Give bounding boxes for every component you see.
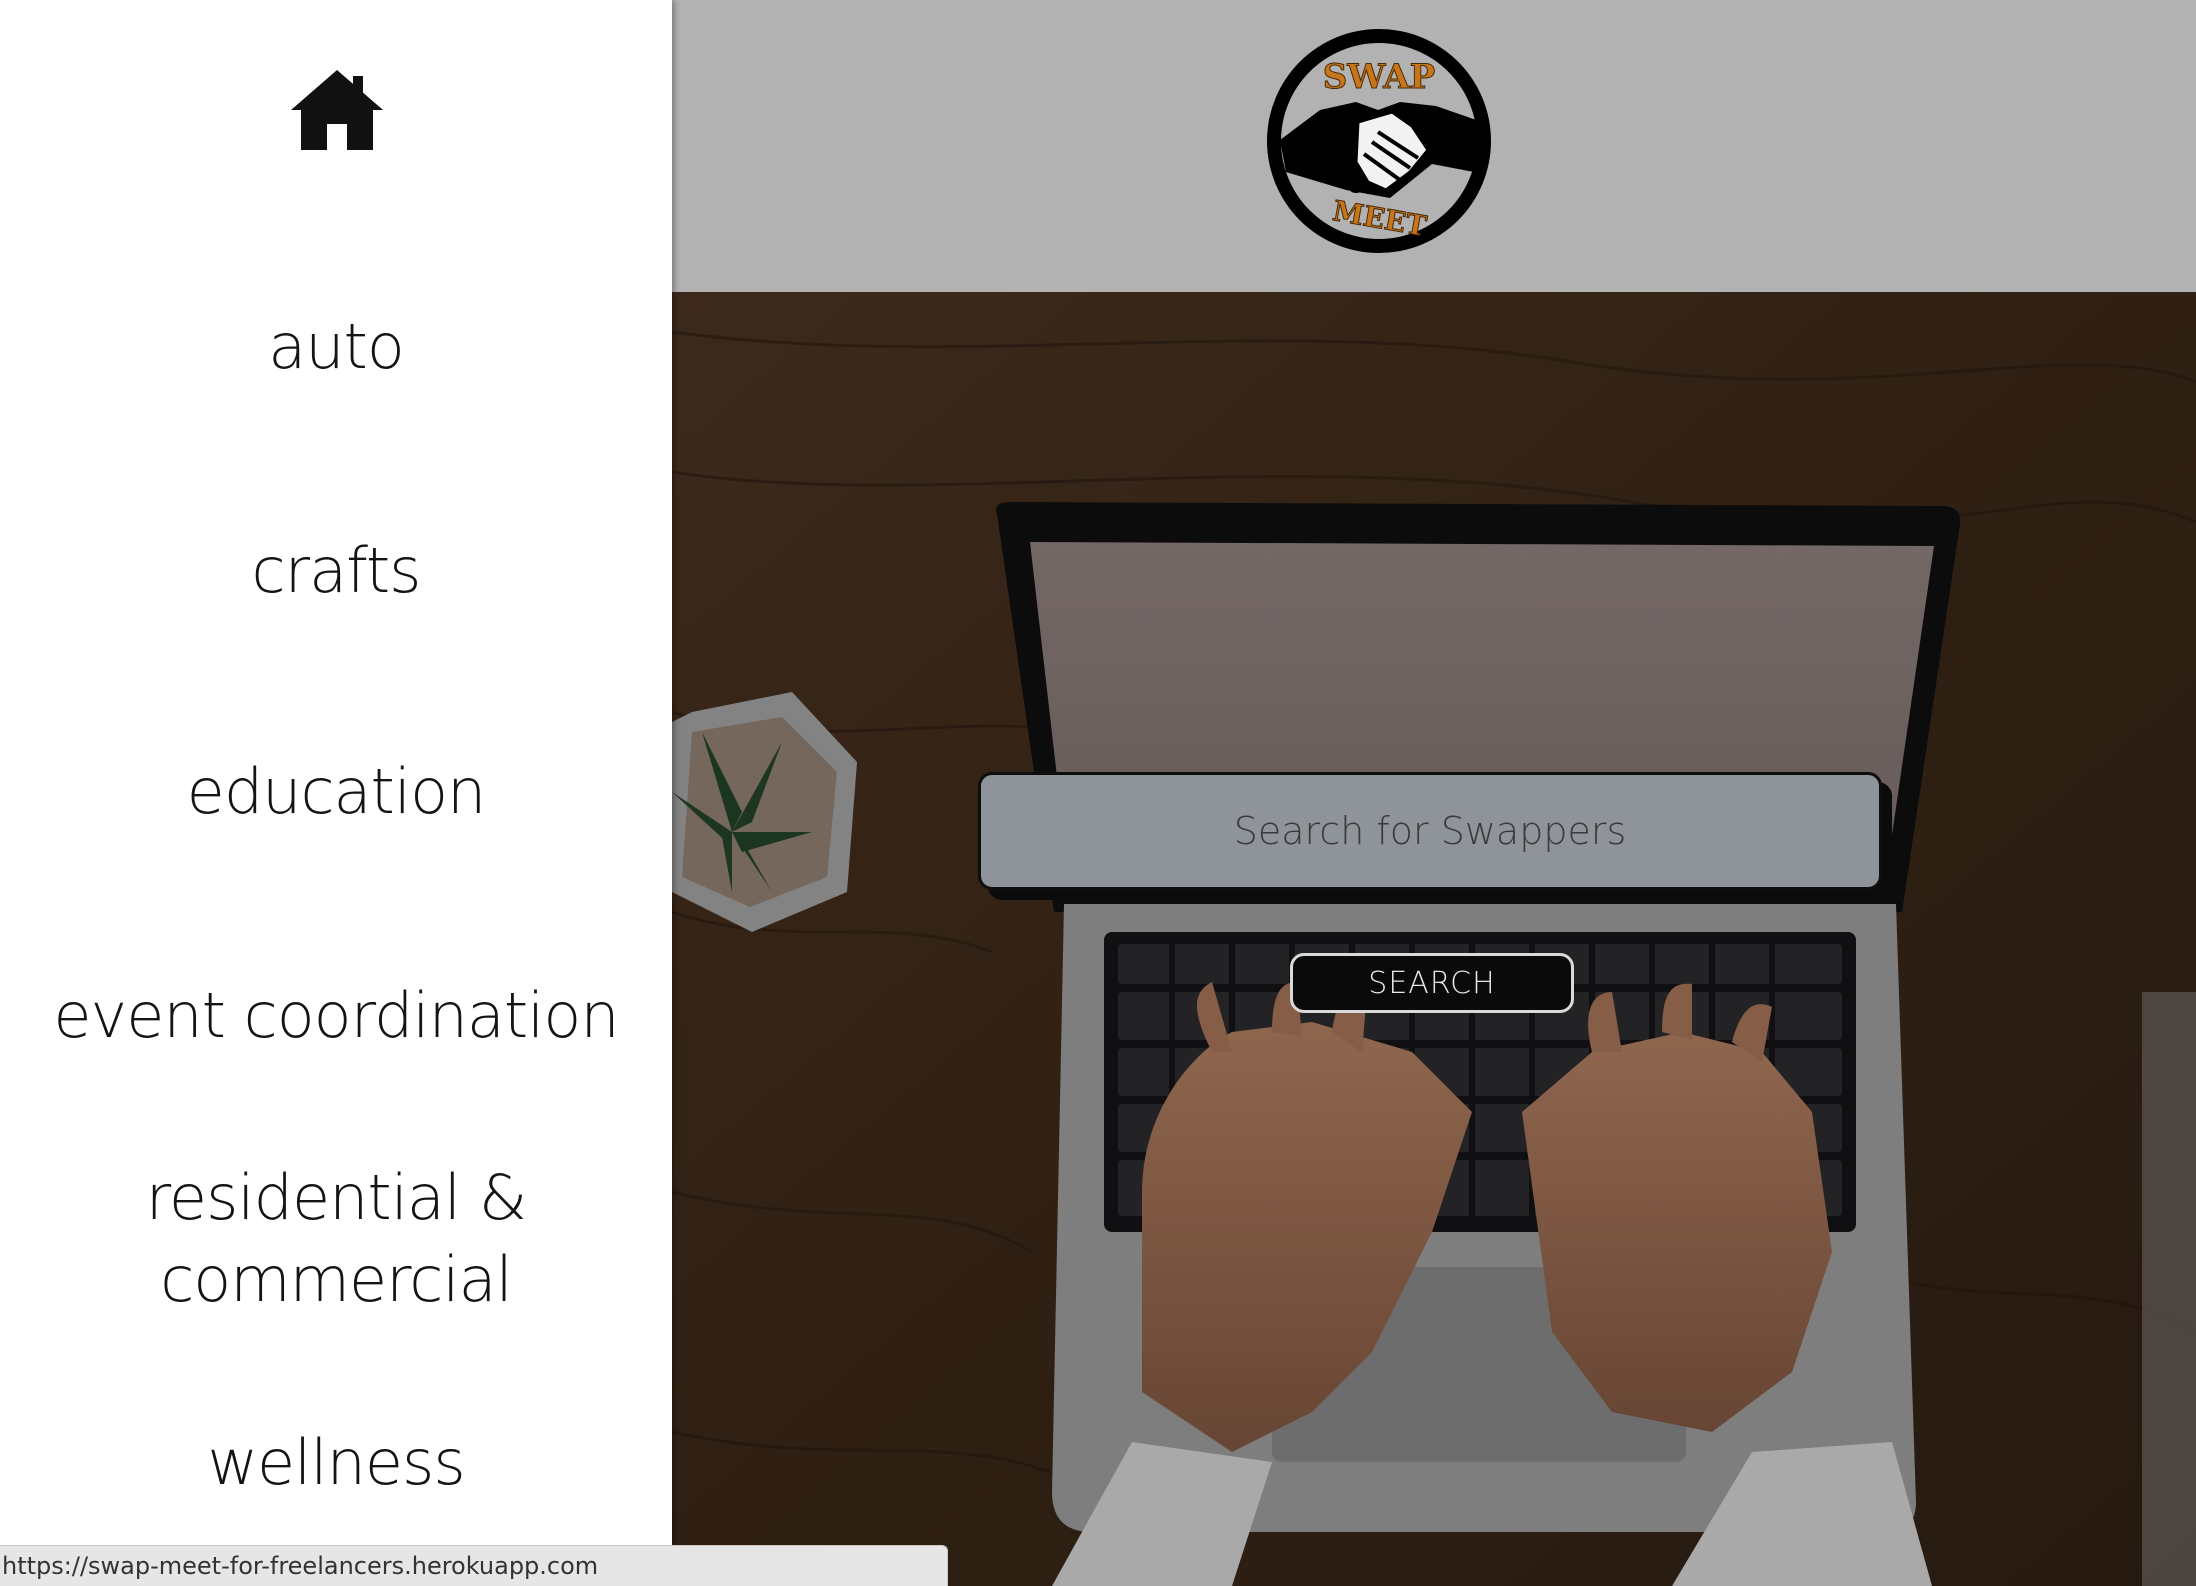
sidebar-item-label: residential & (145, 1161, 527, 1234)
home-icon (291, 70, 383, 150)
sidebar-item-label: commercial (160, 1243, 513, 1316)
sidebar-item-event-coordination[interactable]: event coordination (0, 975, 672, 1057)
page: auto crafts education event coordination… (0, 0, 2196, 1586)
logo-graphic: SWAP MEET (1267, 29, 1491, 253)
category-sidebar: auto crafts education event coordination… (0, 0, 672, 1586)
logo-top-text: SWAP (1323, 57, 1436, 97)
search-input[interactable] (978, 772, 1882, 890)
sidebar-item-residential-commercial[interactable]: residential & commercial (0, 1157, 672, 1321)
sidebar-item-education[interactable]: education (0, 751, 672, 833)
site-header: SWAP MEET (672, 0, 2196, 292)
swap-meet-logo[interactable]: SWAP MEET (1260, 22, 1498, 260)
sidebar-item-auto[interactable]: auto (0, 306, 672, 388)
desk-laptop-photo (672, 292, 2196, 1586)
sidebar-item-wellness[interactable]: wellness (0, 1422, 672, 1504)
search-button[interactable]: SEARCH (1290, 953, 1574, 1013)
status-bar-url: https://swap-meet-for-freelancers.heroku… (0, 1545, 948, 1586)
sidebar-item-crafts[interactable]: crafts (0, 530, 672, 612)
home-link[interactable] (291, 70, 383, 150)
hero-image (672, 292, 2196, 1586)
